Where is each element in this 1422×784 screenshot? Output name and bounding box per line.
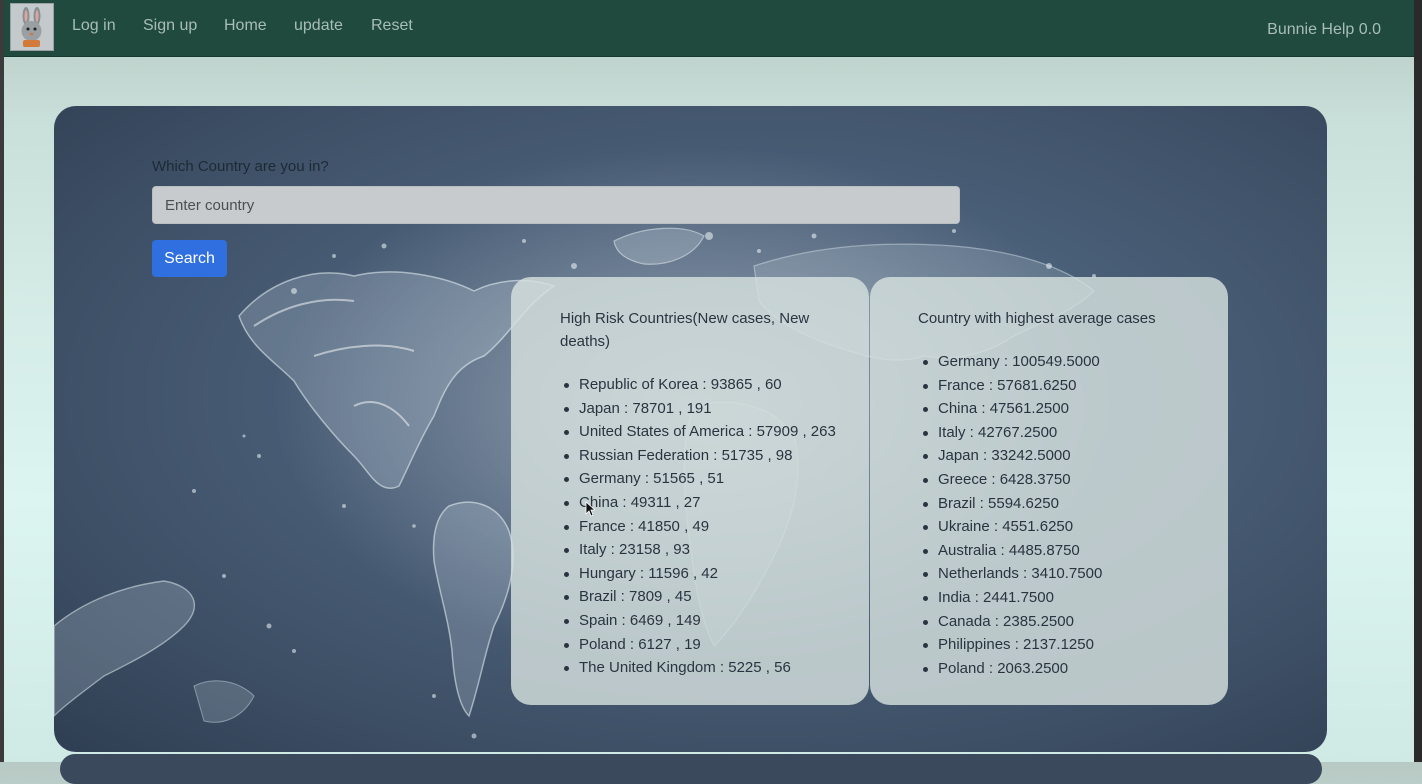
main-panel: Which Country are you in? Search High Ri… <box>54 106 1327 752</box>
list-item: France : 57681.6250 <box>922 374 1102 398</box>
bunny-logo-icon[interactable] <box>10 3 54 51</box>
lower-panel-edge <box>60 754 1322 784</box>
list-item: Hungary : 11596 , 42 <box>564 562 836 586</box>
list-item: Greece : 6428.3750 <box>922 468 1102 492</box>
list-item: Australia : 4485.8750 <box>922 539 1102 563</box>
search-button[interactable]: Search <box>152 240 227 277</box>
list-item: Brazil : 7809 , 45 <box>564 585 836 609</box>
brand-title: Bunnie Help 0.0 <box>1267 21 1381 38</box>
list-item: Italy : 42767.2500 <box>922 421 1102 445</box>
nav-signup-link[interactable]: Sign up <box>143 17 197 35</box>
country-question-label: Which Country are you in? <box>152 158 329 175</box>
list-item: Italy : 23158 , 93 <box>564 538 836 562</box>
list-item: China : 47561.2500 <box>922 397 1102 421</box>
top-navbar: Log in Sign up Home update Reset Bunnie … <box>4 0 1414 57</box>
mouse-cursor-icon <box>585 501 595 517</box>
list-item: Germany : 51565 , 51 <box>564 467 836 491</box>
highest-average-card: Country with highest average cases Germa… <box>870 277 1228 705</box>
high-risk-list: Republic of Korea : 93865 , 60 Japan : 7… <box>560 373 836 680</box>
high-risk-card: High Risk Countries(New cases, New death… <box>511 277 869 705</box>
list-item: Netherlands : 3410.7500 <box>922 562 1102 586</box>
list-item: Poland : 2063.2500 <box>922 657 1102 681</box>
list-item: India : 2441.7500 <box>922 586 1102 610</box>
high-risk-title: High Risk Countries(New cases, New death… <box>560 310 810 350</box>
list-item: Philippines : 2137.1250 <box>922 633 1102 657</box>
highest-average-list: Germany : 100549.5000 France : 57681.625… <box>919 350 1102 680</box>
list-item: Canada : 2385.2500 <box>922 610 1102 634</box>
list-item: Brazil : 5594.6250 <box>922 492 1102 516</box>
list-item: Spain : 6469 , 149 <box>564 609 836 633</box>
list-item: Russian Federation : 51735 , 98 <box>564 444 836 468</box>
list-item: Poland : 6127 , 19 <box>564 633 836 657</box>
highest-average-title: Country with highest average cases <box>918 310 1156 327</box>
list-item: Japan : 78701 , 191 <box>564 397 836 421</box>
list-item: France : 41850 , 49 <box>564 515 836 539</box>
list-item: The United Kingdom : 5225 , 56 <box>564 656 836 680</box>
list-item: Ukraine : 4551.6250 <box>922 515 1102 539</box>
nav-home-link[interactable]: Home <box>224 17 267 35</box>
list-item: Japan : 33242.5000 <box>922 444 1102 468</box>
country-search-input[interactable] <box>152 186 960 224</box>
list-item: China : 49311 , 27 <box>564 491 836 515</box>
list-item: Republic of Korea : 93865 , 60 <box>564 373 836 397</box>
list-item: United States of America : 57909 , 263 <box>564 420 836 444</box>
list-item: Germany : 100549.5000 <box>922 350 1102 374</box>
nav-update-link[interactable]: update <box>294 17 343 35</box>
nav-login-link[interactable]: Log in <box>72 17 116 35</box>
nav-reset-link[interactable]: Reset <box>371 17 413 35</box>
